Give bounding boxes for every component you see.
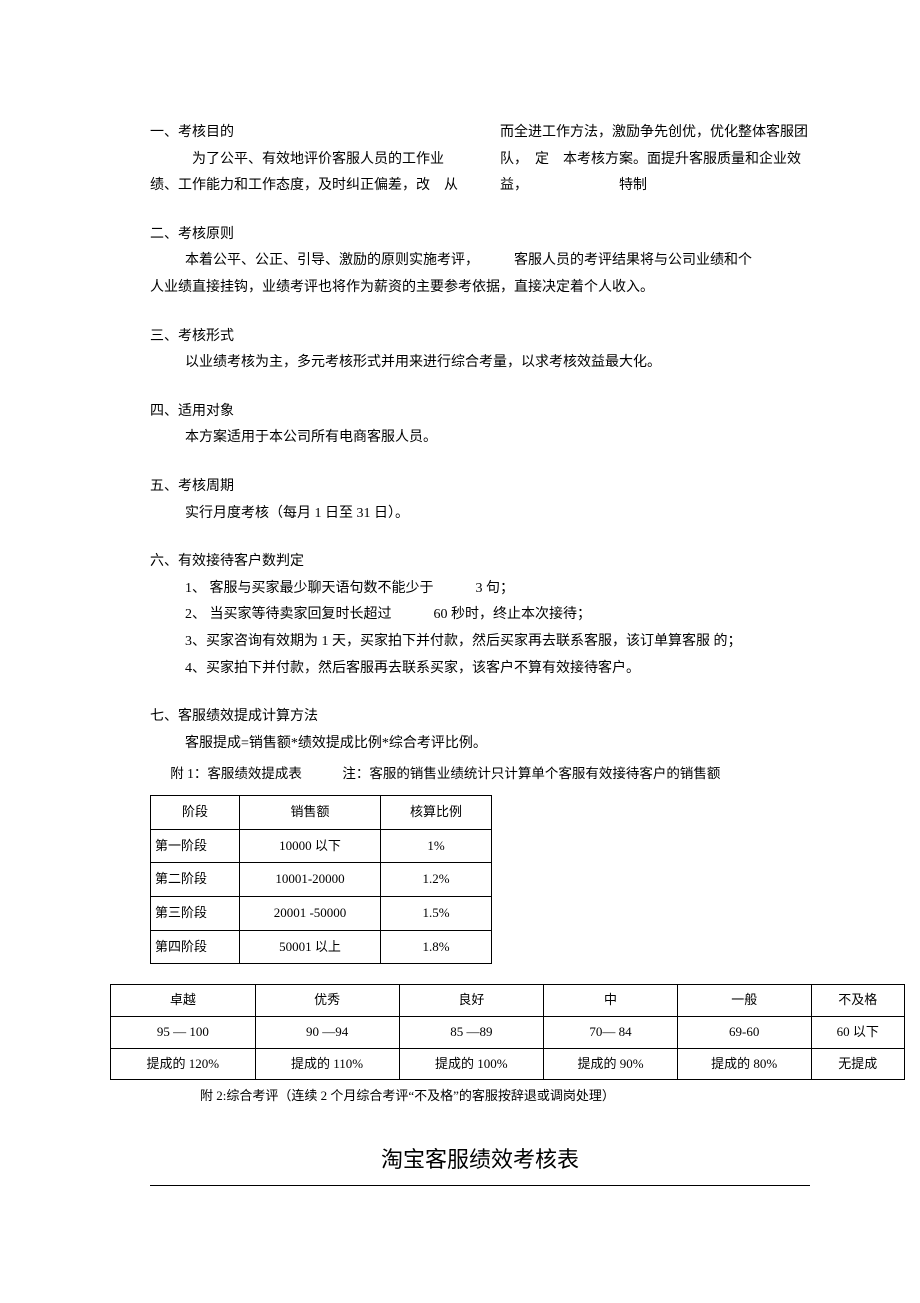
sec3-p1: 以业绩考核为主，多元考核形式并用来进行综合考量，以求考核效益最大化。 <box>150 350 810 377</box>
cell: 提成的 110% <box>255 1048 399 1080</box>
cell: 卓越 <box>111 985 256 1017</box>
sec5-heading: 五、考核周期 <box>150 474 810 501</box>
tbl1-h1: 阶段 <box>151 795 240 829</box>
sec4-p1: 本方案适用于本公司所有电商客服人员。 <box>150 425 810 452</box>
cell: 69-60 <box>677 1017 811 1049</box>
commission-table: 阶段 销售额 核算比例 第一阶段 10000 以下 1% 第二阶段 10001-… <box>150 795 492 964</box>
cell: 第二阶段 <box>151 863 240 897</box>
cell: 95 — 100 <box>111 1017 256 1049</box>
sec2-p2: 人业绩直接挂钩，业绩考评也将作为薪资的主要参考依据，直接决定着个人收入。 <box>150 275 810 302</box>
sec1-heading: 一、考核目的 <box>150 120 460 147</box>
cell: 90 —94 <box>255 1017 399 1049</box>
cell: 优秀 <box>255 985 399 1017</box>
section-1: 一、考核目的 为了公平、有效地评价客服人员的工作业绩、工作能力和工作态度，及时纠… <box>150 120 810 200</box>
sec7-heading: 七、客服绩效提成计算方法 <box>150 704 810 731</box>
sec3-heading: 三、考核形式 <box>150 324 810 351</box>
attach1-note: 附 1：客服绩效提成表 注：客服的销售业绩统计只计算单个客服有效接待客户的销售额 <box>170 761 810 787</box>
table-row: 卓越 优秀 良好 中 一般 不及格 <box>111 985 905 1017</box>
cell: 10000 以下 <box>240 829 381 863</box>
cell: 85 —89 <box>399 1017 544 1049</box>
cell: 1.5% <box>381 896 492 930</box>
document-page: 一、考核目的 为了公平、有效地评价客服人员的工作业绩、工作能力和工作态度，及时纠… <box>0 0 920 1226</box>
sec6-item2: 2、 当买家等待卖家回复时长超过 60 秒时，终止本次接待； <box>150 602 810 629</box>
cell: 提成的 80% <box>677 1048 811 1080</box>
table-row: 第三阶段 20001 -50000 1.5% <box>151 896 492 930</box>
tbl1-h3: 核算比例 <box>381 795 492 829</box>
sec2-p1: 本着公平、公正、引导、激励的原则实施考评， 客服人员的考评结果将与公司业绩和个 <box>150 248 810 275</box>
sec2-heading: 二、考核原则 <box>150 222 810 249</box>
cell: 第一阶段 <box>151 829 240 863</box>
cell: 提成的 100% <box>399 1048 544 1080</box>
cell: 提成的 90% <box>544 1048 678 1080</box>
tbl1-h2: 销售额 <box>240 795 381 829</box>
grade-table: 卓越 优秀 良好 中 一般 不及格 95 — 100 90 —94 85 —89… <box>110 984 905 1080</box>
cell: 无提成 <box>811 1048 904 1080</box>
cell: 一般 <box>677 985 811 1017</box>
cell: 中 <box>544 985 678 1017</box>
sec5-p1: 实行月度考核（每月 1 日至 31 日）。 <box>150 501 810 528</box>
cell: 1.2% <box>381 863 492 897</box>
cell: 不及格 <box>811 985 904 1017</box>
cell: 10001-20000 <box>240 863 381 897</box>
cell: 50001 以上 <box>240 930 381 964</box>
cell: 70— 84 <box>544 1017 678 1049</box>
table-row: 第一阶段 10000 以下 1% <box>151 829 492 863</box>
sec7-p1: 客服提成=销售额*绩效提成比例*综合考评比例。 <box>150 731 810 758</box>
attach2-note: 附 2:综合考评（连续 2 个月综合考评“不及格”的客服按辞退或调岗处理） <box>200 1084 810 1109</box>
cell: 1.8% <box>381 930 492 964</box>
table-row: 第四阶段 50001 以上 1.8% <box>151 930 492 964</box>
cell: 第四阶段 <box>151 930 240 964</box>
table-row: 第二阶段 10001-20000 1.2% <box>151 863 492 897</box>
cell: 提成的 120% <box>111 1048 256 1080</box>
cell: 良好 <box>399 985 544 1017</box>
sec6-item3: 3、买家咨询有效期为 1 天，买家拍下并付款，然后买家再去联系客服，该订单算客服… <box>150 629 810 656</box>
sec6-item1: 1、 客服与买家最少聊天语句数不能少于 3 句； <box>150 576 810 603</box>
table-row: 阶段 销售额 核算比例 <box>151 795 492 829</box>
cell: 60 以下 <box>811 1017 904 1049</box>
cell: 20001 -50000 <box>240 896 381 930</box>
cell: 第三阶段 <box>151 896 240 930</box>
sec4-heading: 四、适用对象 <box>150 399 810 426</box>
sec6-item4: 4、买家拍下并付款，然后客服再去联系买家，该客户不算有效接待客户。 <box>150 656 810 683</box>
sec6-heading: 六、有效接待客户数判定 <box>150 549 810 576</box>
table-row: 提成的 120% 提成的 110% 提成的 100% 提成的 90% 提成的 8… <box>111 1048 905 1080</box>
cell: 1% <box>381 829 492 863</box>
page-title: 淘宝客服绩效考核表 <box>150 1139 810 1186</box>
table-row: 95 — 100 90 —94 85 —89 70— 84 69-60 60 以… <box>111 1017 905 1049</box>
